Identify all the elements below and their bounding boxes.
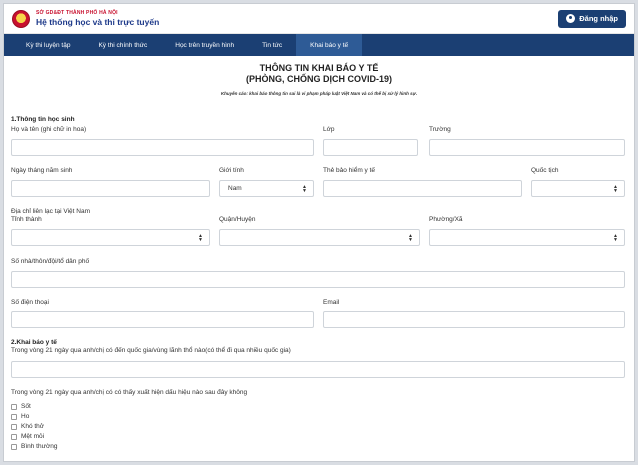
legal-warning: Khuyến cáo: khai báo thông tin sai là vi… xyxy=(220,91,418,96)
symptom-option[interactable]: Sốt xyxy=(11,402,57,411)
user-icon xyxy=(566,14,576,23)
nationality-label: Quốc tịch xyxy=(531,167,559,174)
select-arrows-icon: ▲ ▼ xyxy=(302,184,307,194)
dob-label: Ngày tháng năm sinh xyxy=(11,167,73,174)
symptom-label: Mệt mỏi xyxy=(21,433,45,440)
gender-label: Giới tính xyxy=(219,167,244,174)
symptom-label: Khó thở xyxy=(21,423,45,430)
nav-item-practice-exam[interactable]: Kỳ thi luyện tập xyxy=(12,34,84,56)
ward-label: Phường/Xã xyxy=(429,216,463,223)
login-button[interactable]: Đăng nhập xyxy=(558,9,626,28)
school-label: Trường xyxy=(429,126,451,133)
browser-frame: SỞ GD&ĐT THÀNH PHỐ HÀ NỘI Hệ thống học v… xyxy=(3,3,635,462)
nav-item-health-declaration[interactable]: Khai báo y tế xyxy=(296,34,363,56)
dob-input[interactable] xyxy=(11,180,210,197)
nav-item-tv-learning[interactable]: Học trên truyền hình xyxy=(161,34,248,56)
email-input[interactable] xyxy=(323,311,625,328)
province-label: Tỉnh thành xyxy=(11,216,42,223)
nationality-select[interactable]: ▲ ▼ xyxy=(531,180,625,197)
select-arrows-icon: ▲ ▼ xyxy=(613,233,618,243)
section-health-declaration: 2.Khai báo y tế xyxy=(11,339,57,346)
full-name-label: Họ và tên (ghi chữ in hoa) xyxy=(11,126,87,133)
district-select[interactable]: ▲ ▼ xyxy=(219,229,420,246)
checkbox[interactable] xyxy=(11,443,17,450)
section-student-info: 1.Thông tin học sinh xyxy=(11,116,75,123)
nav-item-official-exam[interactable]: Kỳ thi chính thức xyxy=(84,34,161,56)
brand[interactable]: SỞ GD&ĐT THÀNH PHỐ HÀ NỘI Hệ thống học v… xyxy=(36,9,160,27)
symptom-label: Sốt xyxy=(21,403,31,410)
travel-input[interactable] xyxy=(11,361,625,378)
checkbox[interactable] xyxy=(11,423,17,430)
symptom-list: Sốt Ho Khó thở Mệt mỏi Bình thường xyxy=(11,402,57,451)
school-input[interactable] xyxy=(429,139,625,156)
system-name: Hệ thống học và thi trực tuyến xyxy=(36,16,160,27)
gender-select[interactable]: Nam ▲ ▼ xyxy=(219,180,314,197)
insurance-label: Thẻ bảo hiểm y tế xyxy=(323,167,376,174)
checkbox[interactable] xyxy=(11,433,17,440)
select-arrows-icon: ▲ ▼ xyxy=(198,233,203,243)
travel-question: Trong vòng 21 ngày qua anh/chị có đến qu… xyxy=(11,347,291,354)
form-title: THÔNG TIN KHAI BÁO Y TẾ xyxy=(259,63,379,73)
class-label: Lớp xyxy=(323,126,335,133)
select-arrows-icon: ▲ ▼ xyxy=(613,184,618,194)
ward-select[interactable]: ▲ ▼ xyxy=(429,229,625,246)
full-name-input[interactable] xyxy=(11,139,314,156)
symptom-option[interactable]: Mệt mỏi xyxy=(11,432,57,441)
symptom-question: Trong vòng 21 ngày qua anh/chị có có thấ… xyxy=(11,389,248,396)
email-label: Email xyxy=(323,299,340,306)
select-arrows-icon: ▲ ▼ xyxy=(408,233,413,243)
district-label: Quận/Huyện xyxy=(219,216,256,223)
org-name: SỞ GD&ĐT THÀNH PHỐ HÀ NỘI xyxy=(36,9,118,16)
checkbox[interactable] xyxy=(11,413,17,420)
main-nav: Kỳ thi luyện tập Kỳ thi chính thức Học t… xyxy=(4,34,634,56)
street-input[interactable] xyxy=(11,271,625,288)
form-subtitle: (PHÒNG, CHỐNG DỊCH COVID-19) xyxy=(245,74,392,84)
address-label: Địa chỉ liên lạc tại Việt Nam xyxy=(11,208,90,215)
phone-label: Số điện thoại xyxy=(11,299,49,306)
checkbox[interactable] xyxy=(11,403,17,410)
phone-input[interactable] xyxy=(11,311,314,328)
symptom-option[interactable]: Ho xyxy=(11,412,57,421)
login-label: Đăng nhập xyxy=(579,14,618,23)
symptom-option[interactable]: Khó thở xyxy=(11,422,57,431)
symptom-option[interactable]: Bình thường xyxy=(11,442,57,451)
insurance-input[interactable] xyxy=(323,180,522,197)
symptom-label: Bình thường xyxy=(21,443,58,450)
department-logo-icon xyxy=(12,9,30,28)
top-header: SỞ GD&ĐT THÀNH PHỐ HÀ NỘI Hệ thống học v… xyxy=(4,4,634,34)
nav-item-news[interactable]: Tin tức xyxy=(248,34,296,56)
symptom-label: Ho xyxy=(21,413,30,420)
class-input[interactable] xyxy=(323,139,418,156)
form-content: THÔNG TIN KHAI BÁO Y TẾ (PHÒNG, CHỐNG DỊ… xyxy=(4,63,634,461)
province-select[interactable]: ▲ ▼ xyxy=(11,229,210,246)
street-label: Số nhà/thôn/đội/tổ dân phố xyxy=(11,258,90,265)
gender-value: Nam xyxy=(228,185,242,192)
